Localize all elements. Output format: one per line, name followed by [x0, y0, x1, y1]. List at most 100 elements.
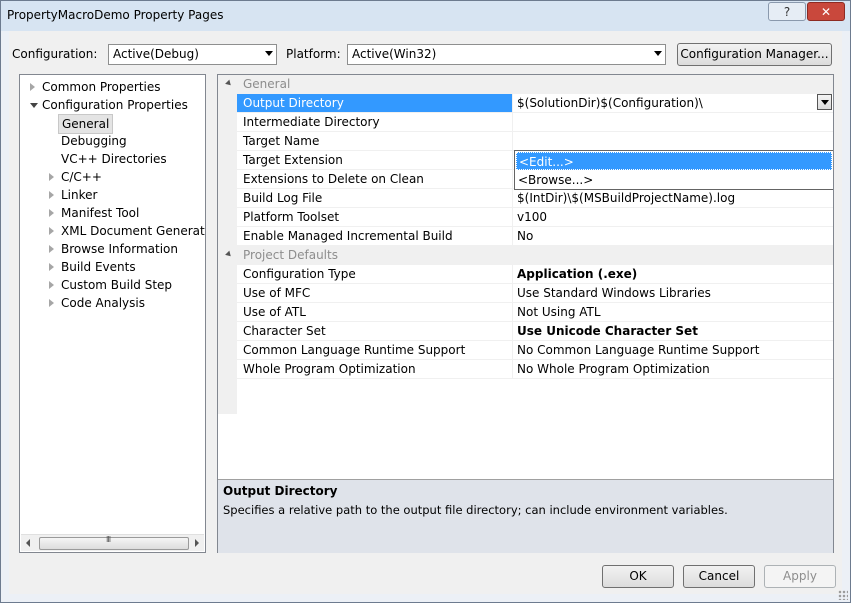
- property-row[interactable]: Use of MFC Use Standard Windows Libraries: [237, 284, 833, 303]
- property-name: Enable Managed Incremental Build: [237, 227, 513, 245]
- tree-item[interactable]: VC++ Directories: [61, 150, 167, 168]
- property-row[interactable]: Whole Program Optimization No Whole Progr…: [237, 360, 833, 379]
- dropdown-button[interactable]: [817, 94, 832, 110]
- property-row[interactable]: Configuration Type Application (.exe): [237, 265, 833, 284]
- property-row[interactable]: Build Log File $(IntDir)\$(MSBuildProject…: [237, 189, 833, 208]
- property-row[interactable]: Target Name: [237, 132, 833, 151]
- tree-item-label: Debugging: [61, 134, 127, 148]
- property-tree[interactable]: Common Properties Configuration Propertie…: [19, 74, 206, 553]
- platform-combo[interactable]: Active(Win32): [347, 44, 666, 65]
- scroll-left-icon[interactable]: [26, 539, 30, 547]
- collapsed-triangle-icon[interactable]: [49, 227, 54, 235]
- property-pages-window: PropertyMacroDemo Property Pages ? ✕ Con…: [0, 0, 851, 603]
- property-value[interactable]: No Common Language Runtime Support: [514, 341, 833, 359]
- property-value[interactable]: Application (.exe): [514, 265, 833, 283]
- property-name: Extensions to Delete on Clean: [237, 170, 513, 188]
- category-label: Project Defaults: [243, 248, 338, 262]
- tree-item[interactable]: Custom Build Step: [49, 276, 172, 294]
- property-row[interactable]: Platform Toolset v100: [237, 208, 833, 227]
- tree-item[interactable]: Code Analysis: [49, 294, 145, 312]
- expanded-triangle-icon[interactable]: [30, 103, 38, 108]
- help-button[interactable]: ?: [768, 2, 806, 21]
- tree-item[interactable]: General: [58, 114, 114, 134]
- dropdown-option-edit[interactable]: <Edit...>: [516, 152, 832, 170]
- configuration-manager-button[interactable]: Configuration Manager...: [677, 43, 832, 66]
- dropdown-option-browse[interactable]: <Browse...>: [516, 171, 832, 189]
- collapsed-triangle-icon[interactable]: [49, 245, 54, 253]
- output-directory-dropdown-list[interactable]: <Edit...> <Browse...>: [514, 150, 833, 190]
- description-text: Specifies a relative path to the output …: [223, 503, 728, 517]
- property-name: Whole Program Optimization: [237, 360, 513, 378]
- resize-grip-icon[interactable]: [838, 590, 848, 600]
- property-name: Use of ATL: [237, 303, 513, 321]
- scroll-right-icon[interactable]: [195, 539, 199, 547]
- platform-label: Platform:: [286, 47, 341, 61]
- tree-item-label: Code Analysis: [61, 296, 145, 310]
- cancel-button[interactable]: Cancel: [683, 565, 755, 588]
- tree-item[interactable]: C/C++: [49, 168, 102, 186]
- configuration-combo[interactable]: Active(Debug): [108, 44, 277, 65]
- tree-horizontal-scrollbar[interactable]: III: [21, 534, 204, 551]
- platform-value: Active(Win32): [352, 47, 437, 61]
- tree-item[interactable]: Configuration Properties: [30, 96, 188, 114]
- scroll-grip-icon: III: [106, 535, 111, 544]
- collapsed-triangle-icon[interactable]: [49, 191, 54, 199]
- collapsed-triangle-icon[interactable]: [49, 263, 54, 271]
- collapsed-triangle-icon[interactable]: [49, 173, 54, 181]
- property-name: Configuration Type: [237, 265, 513, 283]
- collapse-triangle-icon[interactable]: [225, 79, 233, 88]
- category-header[interactable]: Project Defaults: [218, 246, 833, 265]
- configuration-value: Active(Debug): [113, 47, 199, 61]
- tree-item-label: Manifest Tool: [61, 206, 140, 220]
- configuration-label: Configuration:: [12, 47, 98, 61]
- tree-item[interactable]: Common Properties: [30, 78, 161, 96]
- tree-item[interactable]: Debugging: [61, 132, 127, 150]
- property-value[interactable]: Use Standard Windows Libraries: [514, 284, 833, 302]
- collapsed-triangle-icon[interactable]: [30, 83, 35, 91]
- close-button[interactable]: ✕: [807, 2, 845, 21]
- property-value[interactable]: Not Using ATL: [514, 303, 833, 321]
- property-value[interactable]: No Whole Program Optimization: [514, 360, 833, 378]
- collapsed-triangle-icon[interactable]: [49, 299, 54, 307]
- title-bar[interactable]: PropertyMacroDemo Property Pages ? ✕: [1, 1, 850, 31]
- property-name: Platform Toolset: [237, 208, 513, 226]
- tree-item[interactable]: XML Document Generator: [49, 222, 206, 240]
- tree-item-label: XML Document Generator: [61, 224, 206, 238]
- category-header[interactable]: General: [218, 75, 833, 94]
- tree-item-label: General: [62, 117, 110, 131]
- description-title: Output Directory: [223, 484, 338, 498]
- description-panel: Output Directory Specifies a relative pa…: [218, 479, 833, 553]
- property-row[interactable]: Common Language Runtime Support No Common…: [237, 341, 833, 360]
- scroll-thumb[interactable]: III: [39, 535, 189, 550]
- property-name: Build Log File: [237, 189, 513, 207]
- property-row[interactable]: Output Directory $(SolutionDir)$(Configur…: [237, 94, 833, 113]
- property-row[interactable]: Use of ATL Not Using ATL: [237, 303, 833, 322]
- property-value[interactable]: v100: [514, 208, 833, 226]
- tree-item[interactable]: Linker: [49, 186, 98, 204]
- ok-button[interactable]: OK: [602, 565, 674, 588]
- tree-item[interactable]: Manifest Tool: [49, 204, 140, 222]
- tree-item-label: C/C++: [61, 170, 102, 184]
- property-value[interactable]: $(SolutionDir)$(Configuration)\: [514, 94, 833, 112]
- chevron-down-icon: [265, 51, 273, 56]
- collapse-triangle-icon[interactable]: [225, 250, 233, 259]
- chevron-down-icon: [654, 51, 662, 56]
- property-value[interactable]: $(IntDir)\$(MSBuildProjectName).log: [514, 189, 833, 207]
- property-row[interactable]: Character Set Use Unicode Character Set: [237, 322, 833, 341]
- property-value[interactable]: [514, 113, 833, 131]
- property-name: Output Directory: [237, 94, 513, 112]
- property-name: Use of MFC: [237, 284, 513, 302]
- collapsed-triangle-icon[interactable]: [49, 209, 54, 217]
- tree-item[interactable]: Browse Information: [49, 240, 178, 258]
- property-row[interactable]: Intermediate Directory: [237, 113, 833, 132]
- property-value[interactable]: No: [514, 227, 833, 245]
- tree-item-label: VC++ Directories: [61, 152, 167, 166]
- property-value[interactable]: Use Unicode Character Set: [514, 322, 833, 340]
- property-row[interactable]: Enable Managed Incremental Build No: [237, 227, 833, 246]
- tree-item[interactable]: Build Events: [49, 258, 136, 276]
- category-label: General: [243, 77, 291, 91]
- property-value[interactable]: [514, 132, 833, 150]
- grid-gutter: [218, 75, 237, 414]
- collapsed-triangle-icon[interactable]: [49, 281, 54, 289]
- tree-item-label: Linker: [61, 188, 98, 202]
